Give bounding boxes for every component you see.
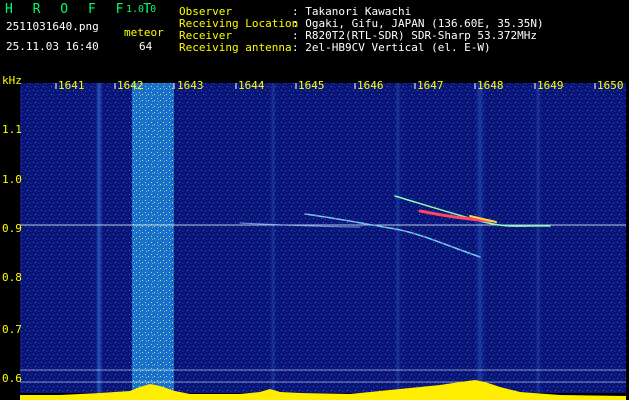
x-tick: 1645 xyxy=(298,79,325,92)
y-tick: 0.8 xyxy=(2,271,22,284)
x-tick: 1646 xyxy=(357,79,384,92)
x-tick: 1650 xyxy=(597,79,624,92)
y-axis-unit: kHz xyxy=(2,74,22,87)
date-time: 25.11.03 16:40 xyxy=(6,40,99,53)
header-panel: H R O F F T 1.0.0 2511031640.png 25.11.0… xyxy=(0,0,629,73)
x-tick: 1642 xyxy=(117,79,144,92)
meteor-count: 64 xyxy=(139,40,153,53)
y-tick: 0.6 xyxy=(2,372,22,385)
app-version: 1.0.0 xyxy=(126,4,157,15)
y-tick: 1.0 xyxy=(2,173,22,186)
x-tick: 1643 xyxy=(177,79,204,92)
x-tick: 1648 xyxy=(477,79,504,92)
info-value-antenna: : 2el-HB9CV Vertical (el. E-W) xyxy=(292,41,491,54)
file-name: 2511031640.png xyxy=(6,20,99,33)
x-tick: 1644 xyxy=(238,79,265,92)
interference-band xyxy=(132,83,174,393)
x-tick: 1641 xyxy=(58,79,85,92)
y-tick: 1.1 xyxy=(2,123,22,136)
x-tick: 1647 xyxy=(417,79,444,92)
info-label-antenna: Receiving antenna xyxy=(179,41,292,54)
y-tick: 0.7 xyxy=(2,323,22,336)
meteor-label: meteor xyxy=(124,26,164,39)
x-tick: 1649 xyxy=(537,79,564,92)
y-tick: 0.9 xyxy=(2,222,22,235)
spectrogram xyxy=(20,83,626,400)
